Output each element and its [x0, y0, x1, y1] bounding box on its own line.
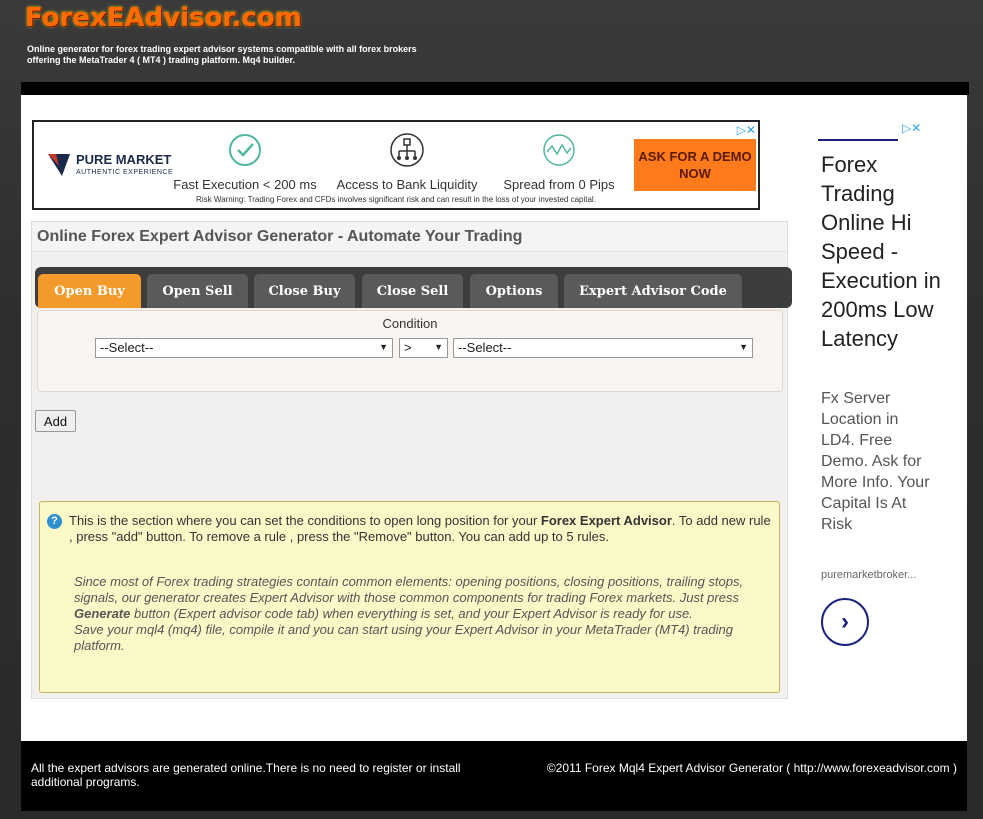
- tab-options[interactable]: Options: [470, 274, 558, 308]
- ad-risk-warning: Risk Warning: Trading Forex and CFDs inv…: [196, 195, 596, 204]
- ad-brand-sub: AUTHENTIC EXPERIENCE: [76, 169, 174, 176]
- side-ad-close-icon[interactable]: ▷✕: [902, 121, 921, 135]
- tab-open-buy[interactable]: Open Buy: [38, 274, 141, 308]
- condition-right-select[interactable]: --Select-- ▼: [453, 338, 753, 358]
- tab-open-sell[interactable]: Open Sell: [147, 274, 248, 308]
- top-bar: [21, 82, 969, 95]
- page-content: ▷✕ PURE MARKET AUTHENTIC EXPERIENCE Fast…: [21, 95, 967, 741]
- ad-feature-label: Access to Bank Liquidity: [336, 177, 478, 192]
- side-ad-headline[interactable]: Forex Trading Online Hi Speed - Executio…: [821, 150, 941, 353]
- side-ad-divider: [818, 139, 898, 141]
- help-details: Since most of Forex trading strategies c…: [74, 574, 744, 653]
- side-ad-url[interactable]: puremarketbroker...: [821, 569, 916, 581]
- panel-title: Online Forex Expert Advisor Generator - …: [32, 222, 787, 252]
- ad-feature-label: Spread from 0 Pips: [503, 177, 615, 192]
- tab-close-buy[interactable]: Close Buy: [254, 274, 355, 308]
- operator-select[interactable]: > ▼: [399, 338, 448, 358]
- select-value: >: [404, 340, 412, 355]
- help-intro: This is the section where you can set th…: [69, 513, 771, 544]
- ad-feature-liquidity: Access to Bank Liquidity: [330, 132, 484, 192]
- help-icon: ?: [47, 514, 62, 529]
- bank-network-icon: [390, 133, 424, 167]
- side-ad-arrow-button[interactable]: ›: [821, 598, 869, 646]
- chevron-down-icon: ▼: [739, 342, 748, 352]
- ad-banner[interactable]: ▷✕ PURE MARKET AUTHENTIC EXPERIENCE Fast…: [32, 120, 760, 210]
- condition-box: Condition --Select-- ▼ > ▼ --Select-- ▼: [37, 310, 783, 392]
- check-circle-icon: [229, 134, 261, 166]
- wave-chart-icon: [543, 134, 575, 166]
- side-ad-body: Fx Server Location in LD4. Free Demo. As…: [821, 390, 930, 533]
- ask-demo-button[interactable]: ASK FOR A DEMO NOW: [634, 139, 756, 191]
- chevron-down-icon: ▼: [434, 342, 443, 352]
- site-logo[interactable]: ForexEAdvisor.com: [25, 3, 302, 33]
- tab-bar: Open Buy Open Sell Close Buy Close Sell …: [35, 267, 792, 308]
- ad-feature-spread: Spread from 0 Pips: [494, 132, 624, 192]
- select-value: --Select--: [100, 340, 154, 355]
- ad-brand-name: PURE MARKET: [76, 152, 172, 167]
- side-ad[interactable]: ▷✕ Forex Trading Online Hi Speed - Execu…: [818, 120, 941, 650]
- generator-panel: Online Forex Expert Advisor Generator - …: [31, 221, 792, 699]
- select-value: --Select--: [458, 340, 512, 355]
- footer-copyright: ©2011 Forex Mql4 Expert Advisor Generato…: [546, 761, 957, 775]
- ad-feature-execution: Fast Execution < 200 ms: [170, 132, 320, 192]
- add-rule-button[interactable]: Add: [35, 410, 76, 432]
- condition-left-select[interactable]: --Select-- ▼: [95, 338, 393, 358]
- ad-feature-label: Fast Execution < 200 ms: [173, 177, 317, 192]
- condition-label: Condition: [382, 316, 438, 331]
- tab-expert-advisor-code[interactable]: Expert Advisor Code: [564, 274, 742, 308]
- footer: All the expert advisors are generated on…: [21, 741, 967, 811]
- pure-market-logo-icon: [48, 154, 70, 176]
- site-tagline: Online generator for forex trading exper…: [27, 44, 417, 65]
- chevron-down-icon: ▼: [379, 342, 388, 352]
- ad-close-icon[interactable]: ▷✕: [737, 123, 756, 137]
- help-box: ? This is the section where you can set …: [39, 501, 780, 693]
- footer-note: All the expert advisors are generated on…: [31, 761, 461, 789]
- tab-close-sell[interactable]: Close Sell: [362, 274, 463, 308]
